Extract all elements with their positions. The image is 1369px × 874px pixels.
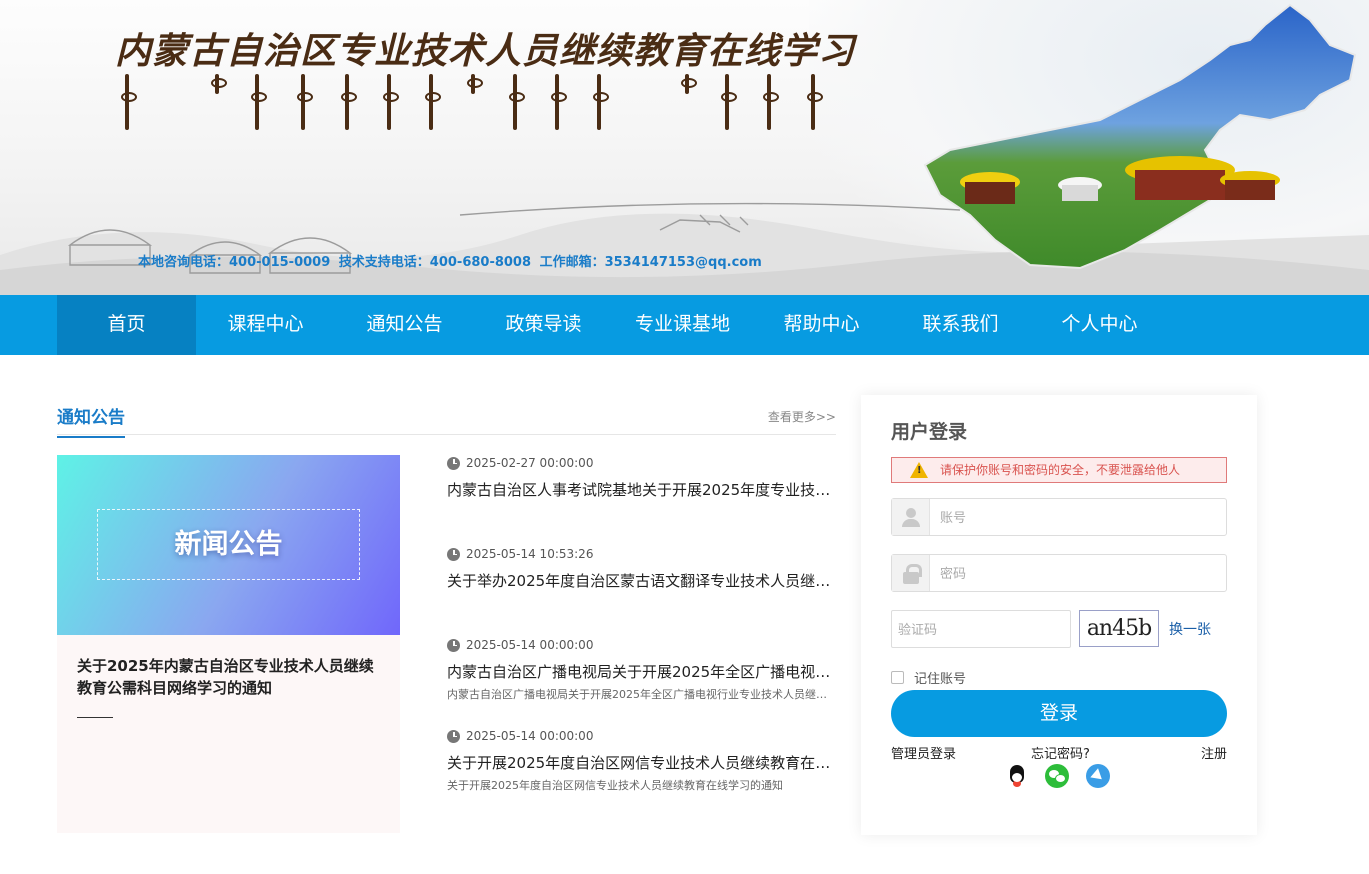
featured-notice-card[interactable]: 新闻公告 关于2025年内蒙古自治区专业技术人员继续教育公需科目网络学习的通知: [57, 455, 400, 833]
header-banner: 内蒙古自治区专业技术人员继续教育在线学习 本地咨询电话：400-015-0009…: [0, 0, 1369, 295]
news-title[interactable]: 关于开展2025年度自治区网信专业技术人员继续教育在线学习的通知: [447, 752, 836, 773]
news-date: 2025-02-27 00:00:00: [466, 456, 594, 470]
news-title[interactable]: 内蒙古自治区广播电视局关于开展2025年全区广播电视行业专业技术人员: [447, 661, 836, 682]
remember-account[interactable]: 记住账号: [891, 668, 966, 687]
qq-icon[interactable]: [1005, 764, 1029, 788]
local-phone-text: 本地咨询电话：400-015-0009: [138, 255, 331, 270]
login-panel: 用户登录 请保护你账号和密码的安全，不要泄露给他人 an45b 换一张 记住账号…: [861, 395, 1257, 835]
security-warning: 请保护你账号和密码的安全，不要泄露给他人: [891, 457, 1227, 483]
notice-header: 通知公告 查看更多>>: [57, 395, 836, 438]
username-input[interactable]: [940, 499, 1220, 535]
nav-item-profile[interactable]: 个人中心: [1030, 295, 1169, 355]
remember-label: 记住账号: [914, 672, 967, 687]
news-title[interactable]: 关于举办2025年度自治区蒙古语文翻译专业技术人员继续教育: [447, 570, 836, 591]
login-button[interactable]: 登录: [891, 690, 1227, 737]
warning-icon: [910, 462, 928, 478]
news-summary: 关于开展2025年度自治区网信专业技术人员继续教育在线学习的通知: [447, 779, 783, 792]
list-item[interactable]: 2025-05-14 10:53:26 关于举办2025年度自治区蒙古语文翻译专…: [447, 544, 836, 591]
site-title: 内蒙古自治区专业技术人员继续教育在线学习: [115, 30, 856, 72]
weibo-icon[interactable]: [1086, 764, 1110, 788]
clock-icon: [447, 729, 460, 743]
admin-login-link[interactable]: 管理员登录: [891, 743, 956, 762]
nav-item-notices[interactable]: 通知公告: [335, 295, 474, 355]
featured-divider: [77, 717, 113, 718]
list-item[interactable]: 2025-05-14 00:00:00 关于开展2025年度自治区网信专业技术人…: [447, 726, 836, 793]
view-more-link[interactable]: 查看更多>>: [768, 408, 836, 425]
password-field[interactable]: [891, 554, 1227, 592]
news-date: 2025-05-14 10:53:26: [466, 547, 594, 561]
main-nav: 首页 课程中心 通知公告 政策导读 专业课基地 帮助中心 联系我们 个人中心: [0, 295, 1369, 355]
password-input[interactable]: [940, 555, 1220, 591]
tech-phone-text: 技术支持电话：400-680-8008: [338, 255, 532, 270]
clock-icon: [447, 638, 460, 652]
news-summary: 内蒙古自治区广播电视局关于开展2025年全区广播电视行业专业技术人员继续教育: [447, 688, 836, 701]
nav-item-major-base[interactable]: 专业课基地: [613, 295, 752, 355]
featured-image-label: 新闻公告: [97, 509, 360, 580]
email-text: 工作邮箱：3534147153@qq.com: [539, 255, 762, 270]
nav-item-contact[interactable]: 联系我们: [891, 295, 1030, 355]
captcha-refresh-link[interactable]: 换一张: [1169, 619, 1211, 639]
lock-icon: [892, 555, 930, 591]
news-date: 2025-05-14 00:00:00: [466, 729, 594, 743]
login-links: 管理员登录 忘记密码? 注册: [891, 743, 1227, 762]
mongolian-script-title: [120, 72, 830, 138]
notice-section: 通知公告 查看更多>>: [57, 395, 836, 438]
inner-mongolia-map-illustration: [923, 3, 1357, 270]
security-warning-text: 请保护你账号和密码的安全，不要泄露给他人: [940, 463, 1181, 477]
list-item[interactable]: 2025-02-27 00:00:00 内蒙古自治区人事考试院基地关于开展202…: [447, 453, 836, 500]
captcha-image[interactable]: an45b: [1079, 610, 1159, 647]
clock-icon: [447, 456, 460, 470]
featured-notice-image[interactable]: 新闻公告: [57, 455, 400, 635]
wechat-icon[interactable]: [1045, 764, 1069, 788]
nav-item-courses[interactable]: 课程中心: [196, 295, 335, 355]
nav-item-policy[interactable]: 政策导读: [474, 295, 613, 355]
remember-checkbox[interactable]: [891, 671, 904, 684]
notice-section-title[interactable]: 通知公告: [57, 403, 125, 438]
nav-item-help[interactable]: 帮助中心: [752, 295, 891, 355]
clock-icon: [447, 547, 460, 561]
list-item[interactable]: 2025-05-14 00:00:00 内蒙古自治区广播电视局关于开展2025年…: [447, 635, 836, 702]
register-link[interactable]: 注册: [1201, 743, 1227, 762]
username-field[interactable]: [891, 498, 1227, 536]
nav-item-home[interactable]: 首页: [57, 295, 196, 355]
user-icon: [892, 499, 930, 535]
news-date: 2025-05-14 00:00:00: [466, 638, 594, 652]
forgot-password-link[interactable]: 忘记密码?: [1031, 743, 1090, 762]
featured-notice-title[interactable]: 关于2025年内蒙古自治区专业技术人员继续教育公需科目网络学习的通知: [77, 655, 387, 699]
news-title[interactable]: 内蒙古自治区人事考试院基地关于开展2025年度专业技术人员继续教育: [447, 479, 836, 500]
contact-info: 本地咨询电话：400-015-0009 技术支持电话：400-680-8008 …: [138, 251, 766, 270]
login-title: 用户登录: [891, 421, 968, 443]
captcha-input[interactable]: [891, 610, 1071, 648]
